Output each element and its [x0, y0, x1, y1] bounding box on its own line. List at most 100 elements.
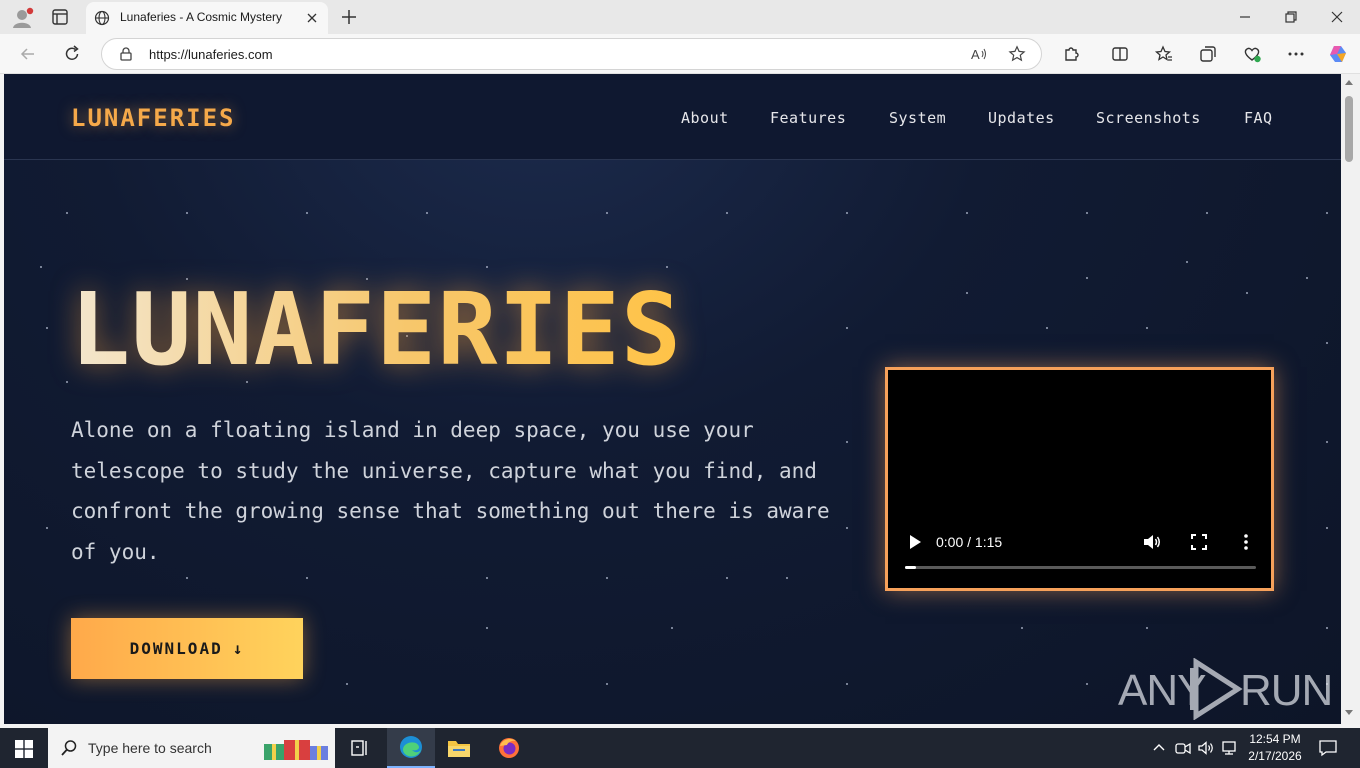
- video-progress-bar[interactable]: [905, 566, 1256, 569]
- star: [606, 577, 608, 579]
- download-button[interactable]: DOWNLOAD ↓: [71, 618, 303, 679]
- star: [606, 683, 608, 685]
- more-menu-icon[interactable]: [1286, 44, 1306, 64]
- nav-features[interactable]: Features: [770, 109, 846, 127]
- clock-time: 12:54 PM: [1249, 732, 1301, 746]
- address-bar[interactable]: https://lunaferies.com A: [101, 38, 1042, 70]
- profile-avatar-icon[interactable]: [12, 7, 34, 29]
- split-screen-icon[interactable]: [1110, 44, 1130, 64]
- star: [40, 266, 42, 268]
- star: [66, 212, 68, 214]
- nav-faq[interactable]: FAQ: [1244, 109, 1273, 127]
- scroll-down-arrow-icon[interactable]: [1345, 710, 1353, 715]
- notifications-icon[interactable]: [1318, 739, 1338, 757]
- video-time: 0:00 / 1:15: [936, 534, 1003, 550]
- globe-icon: [94, 10, 110, 26]
- meet-now-icon[interactable]: [1174, 739, 1192, 757]
- video-options-icon[interactable]: [1242, 532, 1250, 552]
- star: [66, 381, 68, 383]
- collections-icon[interactable]: [1198, 44, 1218, 64]
- site-logo[interactable]: LUNAFERIES: [71, 104, 236, 132]
- star: [1146, 327, 1148, 329]
- fullscreen-icon[interactable]: [1190, 533, 1208, 551]
- star: [1306, 277, 1308, 279]
- back-icon[interactable]: [18, 44, 38, 64]
- nav-system[interactable]: System: [889, 109, 946, 127]
- speaker-icon[interactable]: [1197, 739, 1215, 757]
- nav-updates[interactable]: Updates: [988, 109, 1055, 127]
- star: [1326, 342, 1328, 344]
- tab-title: Lunaferies - A Cosmic Mystery: [120, 10, 283, 24]
- tab-active[interactable]: Lunaferies - A Cosmic Mystery: [86, 2, 328, 34]
- anyrun-watermark: ANY RUN: [1118, 656, 1333, 720]
- copilot-icon[interactable]: [1328, 44, 1348, 64]
- folder-icon: [448, 741, 470, 757]
- star: [1021, 627, 1023, 629]
- nav-about[interactable]: About: [681, 109, 729, 127]
- close-tab-icon[interactable]: [304, 10, 320, 26]
- star: [966, 292, 968, 294]
- star: [1326, 212, 1328, 214]
- task-view-icon: [351, 740, 367, 756]
- taskbar-edge[interactable]: [387, 728, 435, 768]
- windows-taskbar: Type here to search 12:54 PM 2/17/2026: [0, 728, 1360, 768]
- star: [726, 577, 728, 579]
- play-logo-icon: [1190, 658, 1243, 720]
- read-aloud-icon[interactable]: A: [970, 45, 988, 63]
- page-scrollbar[interactable]: [1341, 74, 1360, 724]
- search-placeholder: Type here to search: [88, 740, 212, 756]
- clock-date: 2/17/2026: [1248, 749, 1302, 763]
- network-icon[interactable]: [1221, 739, 1239, 757]
- show-hidden-icons-icon[interactable]: [1150, 739, 1168, 757]
- star: [1326, 527, 1328, 529]
- tab-actions-icon[interactable]: [50, 8, 70, 26]
- nav-screenshots[interactable]: Screenshots: [1096, 109, 1201, 127]
- taskbar-file-explorer[interactable]: [435, 728, 483, 768]
- star: [786, 577, 788, 579]
- favorites-icon[interactable]: [1154, 44, 1174, 64]
- trailer-video-player[interactable]: 0:00 / 1:15: [885, 367, 1274, 591]
- star: [846, 527, 848, 529]
- star: [306, 212, 308, 214]
- search-icon: [61, 740, 77, 756]
- browser-toolbar: https://lunaferies.com A: [0, 34, 1360, 74]
- task-view-button[interactable]: [336, 728, 384, 768]
- watermark-right-text: RUN: [1240, 666, 1333, 715]
- extensions-icon[interactable]: [1061, 44, 1081, 64]
- star: [1206, 212, 1208, 214]
- browser-essentials-icon[interactable]: [1242, 44, 1262, 64]
- restore-icon[interactable]: [1280, 6, 1302, 28]
- star: [46, 327, 48, 329]
- star: [846, 683, 848, 685]
- star: [846, 212, 848, 214]
- scroll-thumb[interactable]: [1345, 96, 1353, 162]
- favorite-star-icon[interactable]: [1008, 45, 1026, 63]
- scroll-up-arrow-icon[interactable]: [1345, 80, 1353, 85]
- star: [1046, 327, 1048, 329]
- star: [671, 627, 673, 629]
- star: [1086, 683, 1088, 685]
- system-clock[interactable]: 12:54 PM 2/17/2026: [1244, 731, 1306, 765]
- site-header: LUNAFERIES About Features System Updates…: [4, 74, 1341, 160]
- star: [1326, 441, 1328, 443]
- star: [1246, 292, 1248, 294]
- new-tab-icon[interactable]: [339, 7, 359, 27]
- star: [846, 327, 848, 329]
- star: [1086, 277, 1088, 279]
- star: [346, 683, 348, 685]
- taskbar-search[interactable]: Type here to search: [48, 728, 335, 768]
- windows-start-icon[interactable]: [15, 740, 33, 758]
- minimize-icon[interactable]: [1234, 6, 1256, 28]
- play-icon[interactable]: [908, 534, 922, 550]
- taskbar-firefox[interactable]: [485, 728, 533, 768]
- star: [1186, 261, 1188, 263]
- browser-tab-bar: Lunaferies - A Cosmic Mystery: [0, 0, 1360, 34]
- close-window-icon[interactable]: [1326, 6, 1348, 28]
- volume-icon[interactable]: [1142, 532, 1162, 552]
- refresh-icon[interactable]: [62, 44, 82, 64]
- star: [306, 577, 308, 579]
- url-text[interactable]: https://lunaferies.com: [149, 47, 273, 62]
- star: [1086, 212, 1088, 214]
- lock-icon[interactable]: [118, 46, 134, 62]
- star: [606, 212, 608, 214]
